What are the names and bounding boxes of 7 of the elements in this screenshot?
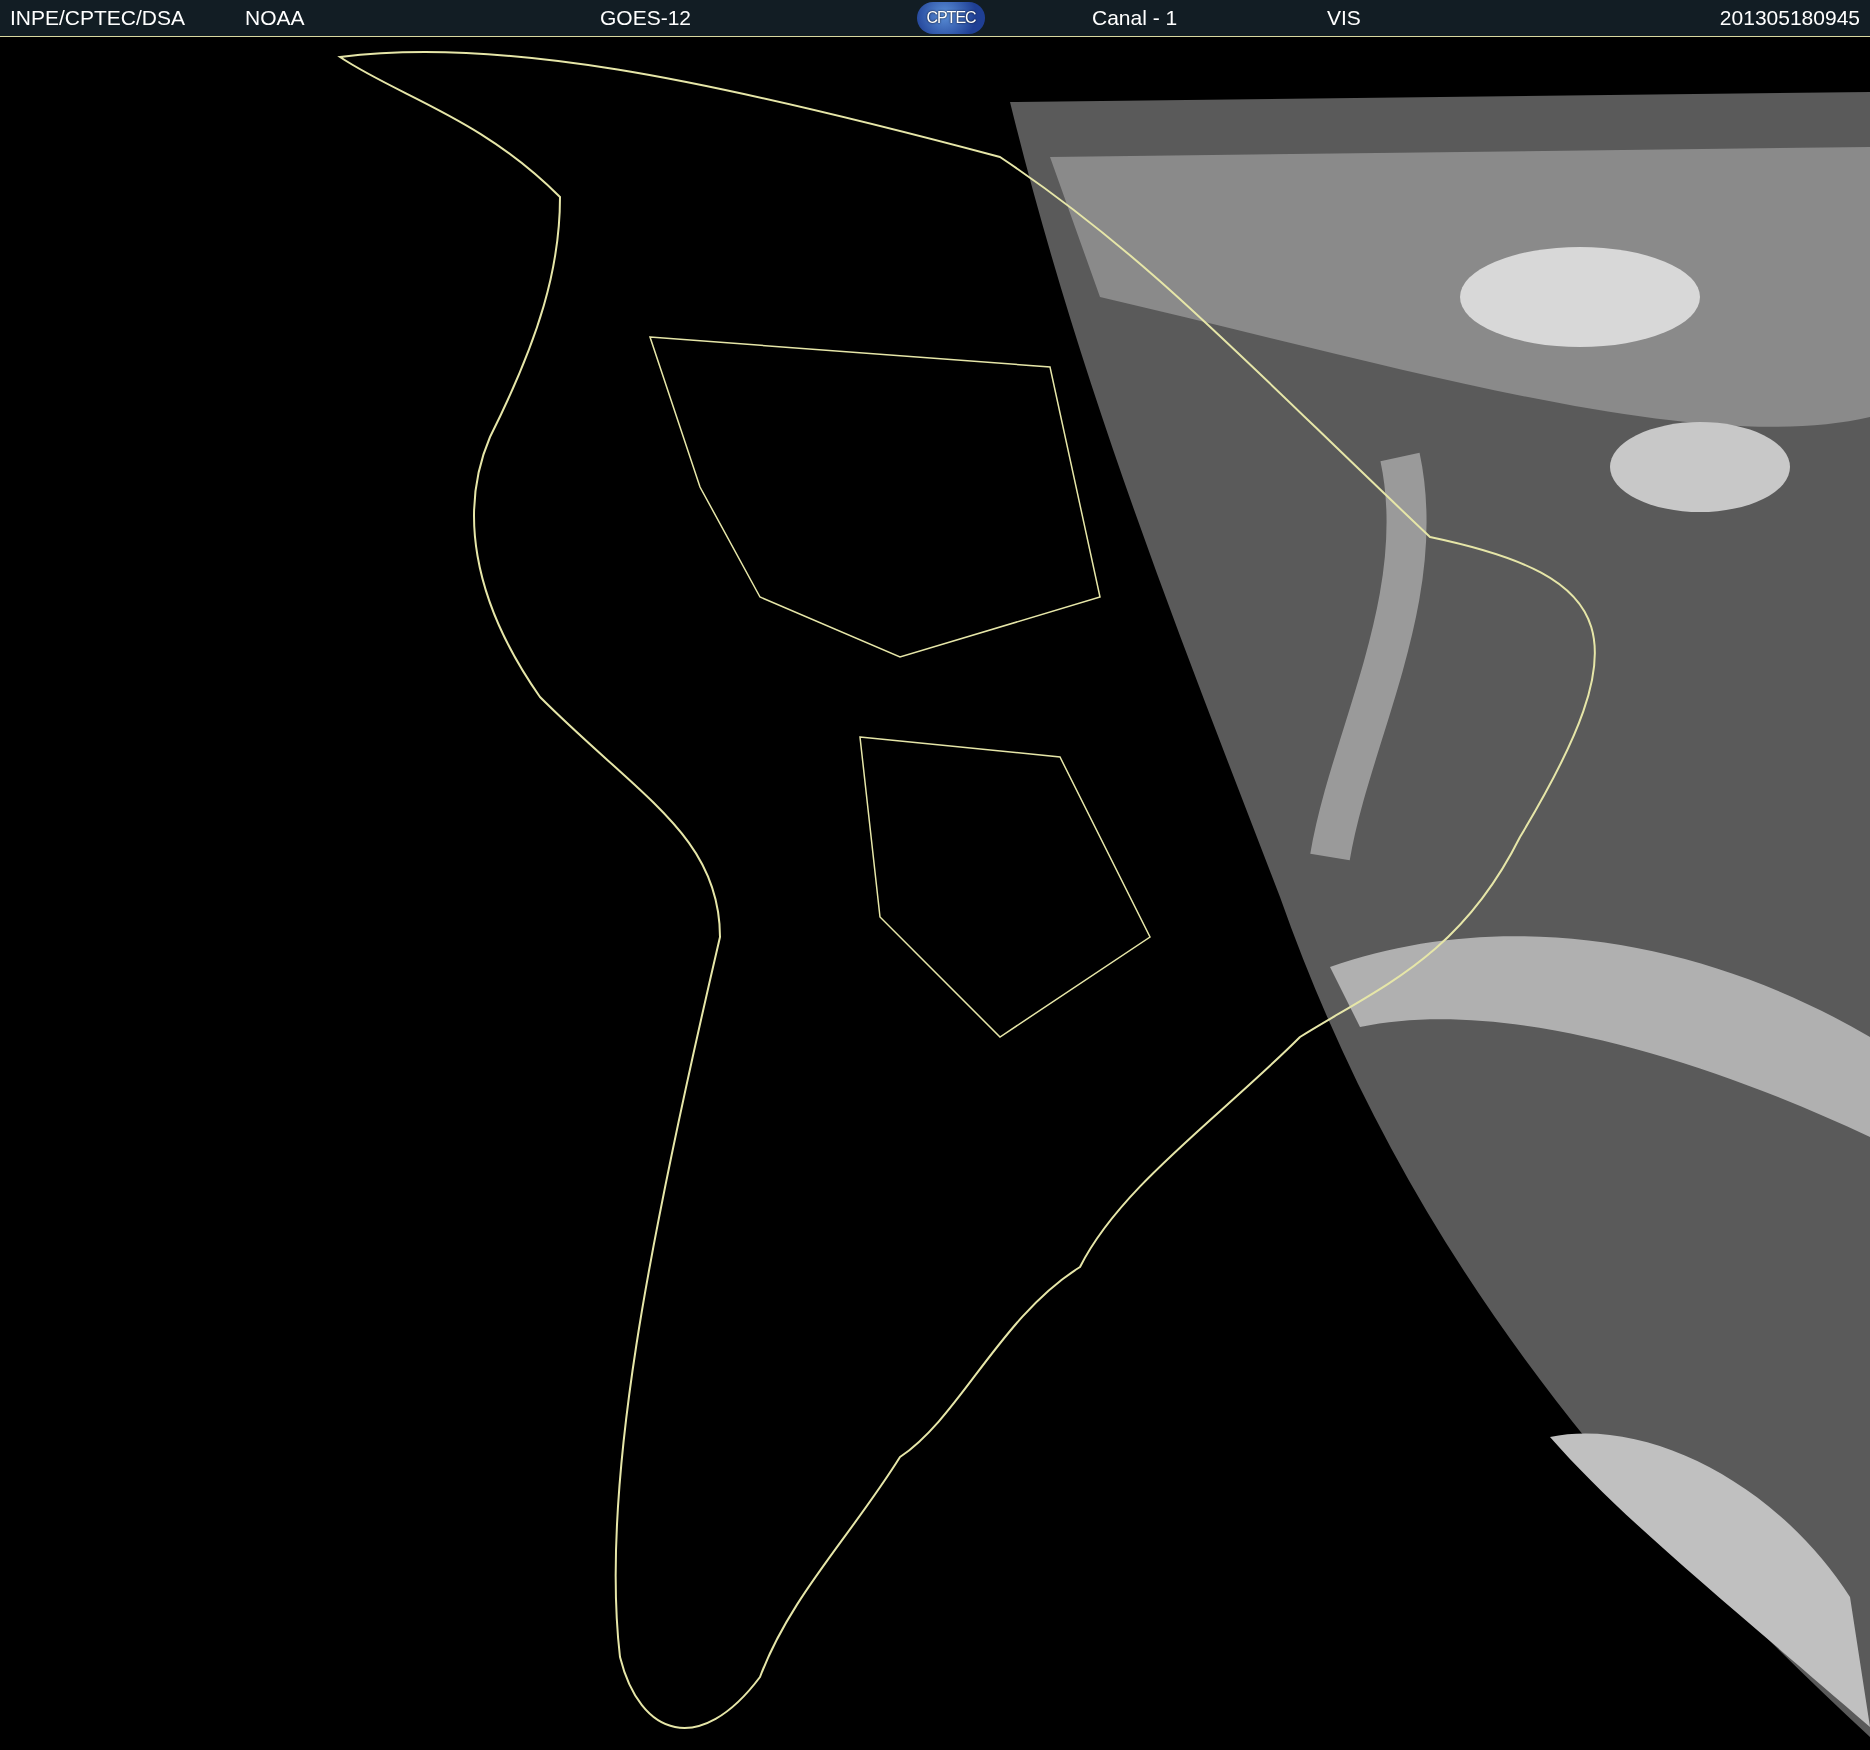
source-label: INPE/CPTEC/DSA	[10, 6, 186, 30]
band-label: VIS	[1327, 6, 1361, 30]
timestamp-label: 201305180945	[1719, 6, 1860, 30]
agency-label: NOAA	[245, 6, 305, 30]
satellite-label: GOES-12	[600, 6, 692, 30]
channel-label: Canal - 1	[1091, 6, 1178, 30]
logo: CPTEC	[917, 2, 985, 34]
